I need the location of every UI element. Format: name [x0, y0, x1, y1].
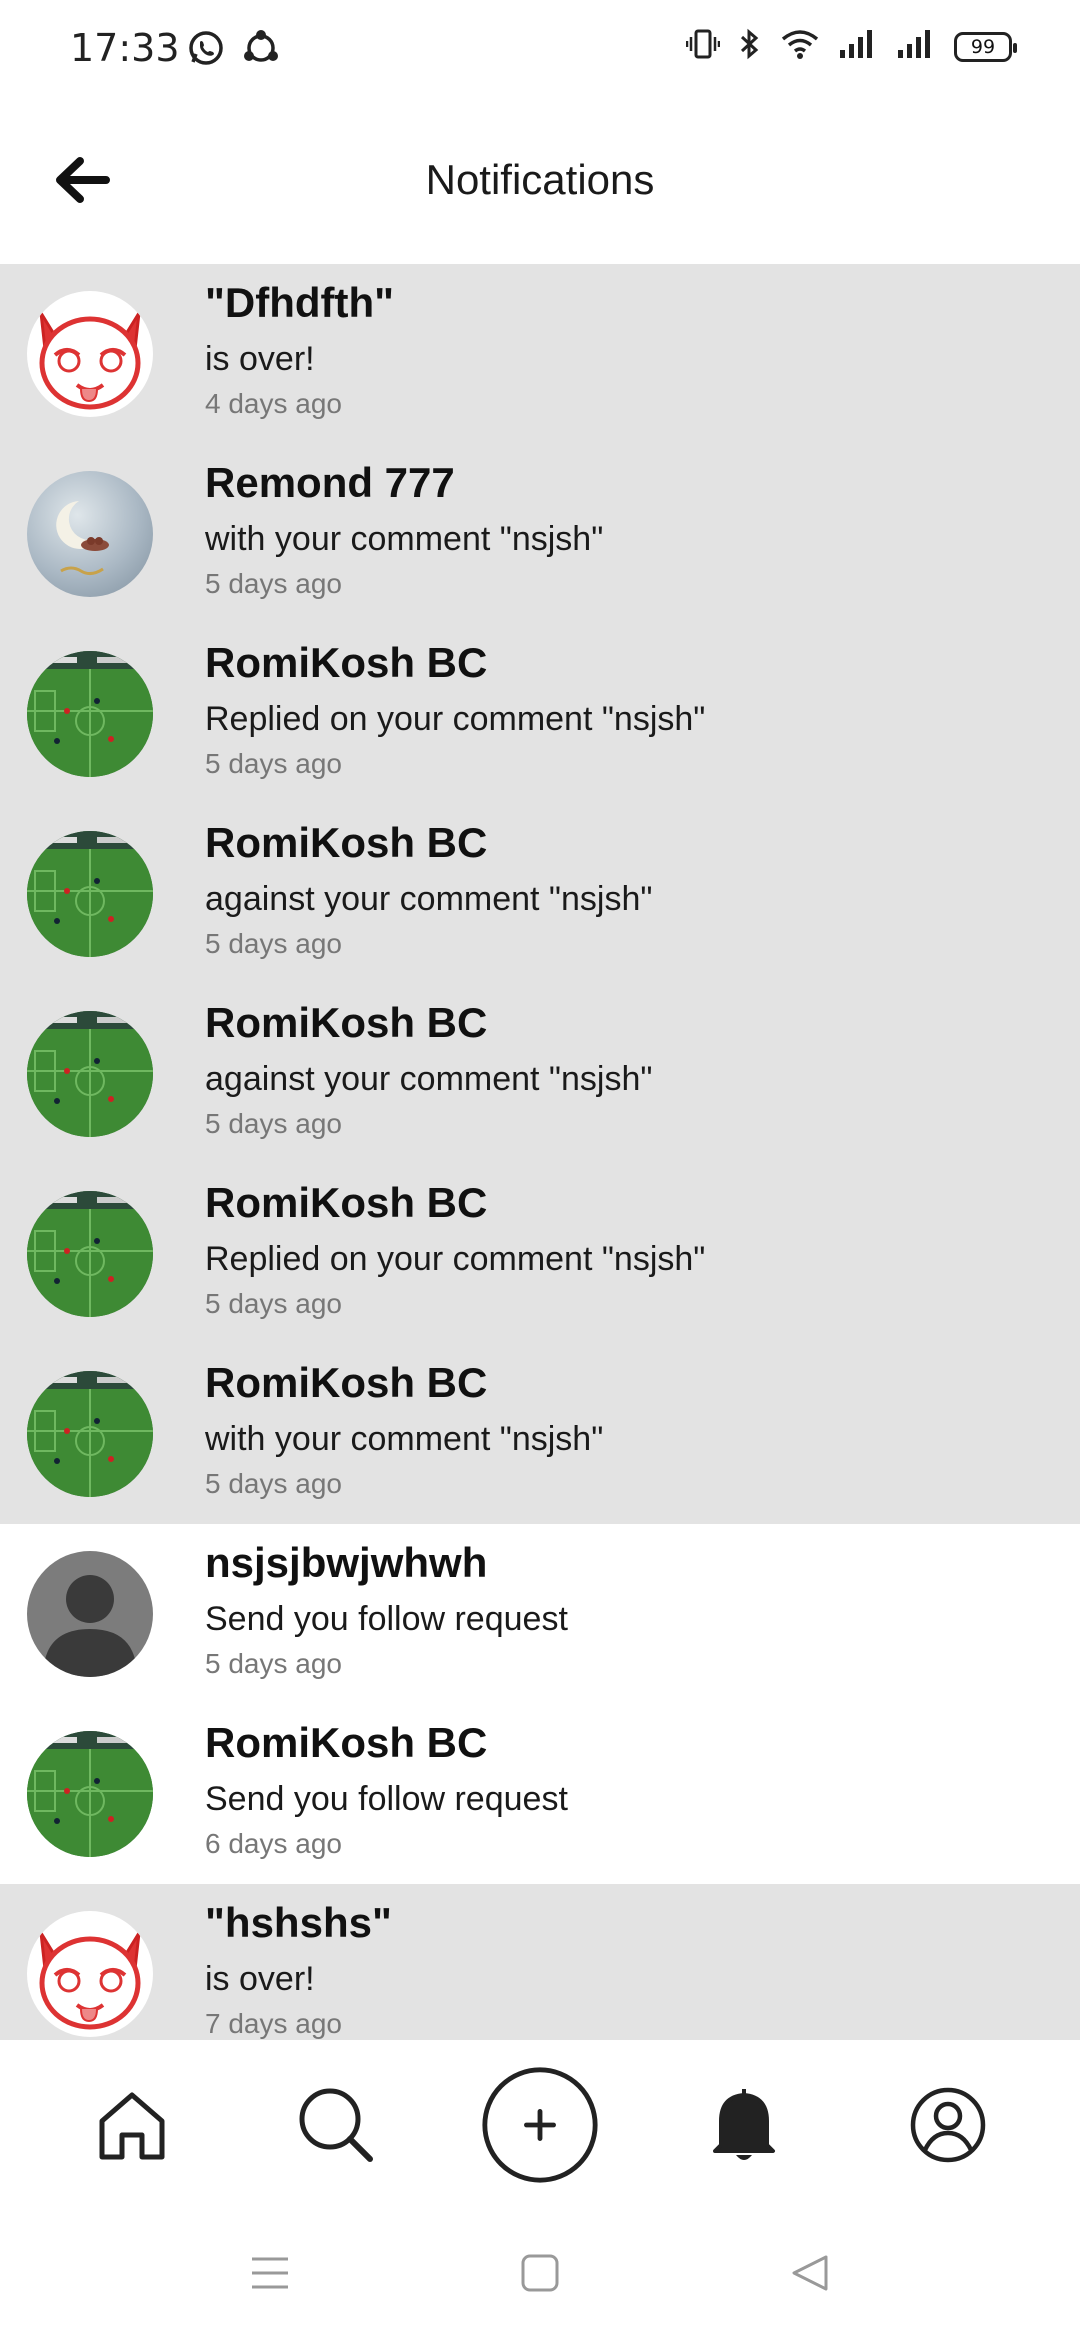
notification-time: 5 days ago — [205, 1108, 342, 1139]
status-time: 17:33 — [70, 26, 180, 70]
notification-item[interactable]: RomiKosh BC against your comment "nsjsh" 5… — [0, 984, 1080, 1164]
notification-item[interactable]: RomiKosh BC Send you follow request 6 days… — [0, 1704, 1080, 1884]
home-icon — [99, 2092, 165, 2160]
notification-text: RomiKosh BC Replied on your comment "nsjs… — [205, 1178, 1060, 1322]
wifi-icon — [780, 28, 820, 65]
notification-text: RomiKosh BC Send you follow request 6 days… — [205, 1718, 1060, 1862]
notification-message: Replied on your comment "nsjsh" — [205, 1240, 706, 1278]
bottom-nav — [0, 2040, 1080, 2210]
avatar[interactable] — [27, 1551, 153, 1677]
notification-username[interactable]: RomiKosh BC — [205, 1178, 1060, 1228]
nav-home-button[interactable] — [72, 2065, 192, 2185]
notification-username[interactable]: RomiKosh BC — [205, 1718, 1060, 1768]
signal-icon — [896, 28, 936, 65]
notification-time: 4 days ago — [205, 388, 342, 419]
avatar[interactable] — [27, 1911, 153, 2037]
avatar[interactable] — [27, 291, 153, 417]
notification-username[interactable]: RomiKosh BC — [205, 998, 1060, 1048]
avatar[interactable] — [27, 1371, 153, 1497]
notification-text: RomiKosh BC Replied on your comment "nsjs… — [205, 638, 1060, 782]
avatar[interactable] — [27, 1191, 153, 1317]
notification-message: with your comment "nsjsh" — [205, 520, 604, 558]
notification-time: 5 days ago — [205, 928, 342, 959]
notification-message: Send you follow request — [205, 1780, 568, 1818]
profile-icon — [910, 2087, 986, 2163]
notification-message: Send you follow request — [205, 1600, 568, 1638]
nav-search-button[interactable] — [276, 2065, 396, 2185]
notification-time: 5 days ago — [205, 1648, 342, 1679]
notification-username[interactable]: RomiKosh BC — [205, 638, 1060, 688]
bluetooth-icon — [738, 28, 762, 65]
signal-icon — [838, 28, 878, 65]
notification-time: 5 days ago — [205, 568, 342, 599]
whatsapp-icon — [186, 28, 226, 73]
notification-username[interactable]: RomiKosh BC — [205, 818, 1060, 868]
back-triangle-icon[interactable] — [790, 2253, 830, 2298]
nav-add-post-button[interactable] — [480, 2065, 600, 2185]
avatar[interactable] — [27, 471, 153, 597]
add-post-icon — [482, 2067, 598, 2183]
notification-item[interactable]: Remond 777 with your comment "nsjsh" 5 day… — [0, 444, 1080, 624]
notification-message: against your comment "nsjsh" — [205, 880, 653, 918]
bell-icon — [713, 2089, 775, 2160]
notification-message: is over! — [205, 340, 315, 378]
battery-level: 99 — [970, 35, 996, 58]
notification-time: 5 days ago — [205, 1468, 342, 1499]
notification-item[interactable]: "Dfhdfth" is over! 4 days ago — [0, 264, 1080, 444]
menu-icon[interactable] — [250, 2255, 290, 2296]
notification-time: 7 days ago — [205, 2008, 342, 2039]
status-bar: 17:33 99 — [0, 0, 1080, 96]
notification-username[interactable]: nsjsjbwjwhwh — [205, 1538, 1060, 1588]
avatar[interactable] — [27, 1011, 153, 1137]
search-icon — [299, 2088, 373, 2162]
avatar[interactable] — [27, 831, 153, 957]
avatar[interactable] — [27, 651, 153, 777]
battery-icon: 99 — [954, 31, 1017, 62]
notification-time: 5 days ago — [205, 1288, 342, 1319]
notification-username[interactable]: Remond 777 — [205, 458, 1060, 508]
avatar[interactable] — [27, 1731, 153, 1857]
notification-text: RomiKosh BC against your comment "nsjsh" 5… — [205, 998, 1060, 1142]
notification-text: RomiKosh BC with your comment "nsjsh" 5 da… — [205, 1358, 1060, 1502]
notification-message: with your comment "nsjsh" — [205, 1420, 604, 1458]
home-square-icon[interactable] — [520, 2253, 560, 2298]
notification-time: 5 days ago — [205, 748, 342, 779]
notification-text: RomiKosh BC against your comment "nsjsh" 5… — [205, 818, 1060, 962]
notification-username[interactable]: RomiKosh BC — [205, 1358, 1060, 1408]
notification-message: is over! — [205, 1960, 315, 1998]
notification-text: "Dfhdfth" is over! 4 days ago — [205, 278, 1060, 422]
notification-item[interactable]: RomiKosh BC with your comment "nsjsh" 5 da… — [0, 1344, 1080, 1524]
status-left-icons — [186, 28, 282, 73]
sync-icon — [240, 28, 282, 73]
status-right-icons: 99 — [685, 28, 1017, 65]
notification-item[interactable]: nsjsjbwjwhwh Send you follow request 5 day… — [0, 1524, 1080, 1704]
system-nav-bar — [0, 2210, 1080, 2340]
notification-text: Remond 777 with your comment "nsjsh" 5 day… — [205, 458, 1060, 602]
nav-profile-button[interactable] — [888, 2065, 1008, 2185]
notification-username[interactable]: "hshshs" — [205, 1898, 1060, 1948]
notification-item[interactable]: RomiKosh BC against your comment "nsjsh" 5… — [0, 804, 1080, 984]
notification-text: "hshshs" is over! 7 days ago — [205, 1898, 1060, 2040]
app-header: Notifications — [0, 96, 1080, 264]
notification-message: Replied on your comment "nsjsh" — [205, 700, 706, 738]
vibrate-icon — [685, 28, 721, 65]
nav-notifications-button[interactable] — [684, 2065, 804, 2185]
notification-username[interactable]: "Dfhdfth" — [205, 278, 1060, 328]
notification-item[interactable]: "hshshs" is over! 7 days ago — [0, 1884, 1080, 2040]
page-title: Notifications — [425, 156, 655, 203]
notification-item[interactable]: RomiKosh BC Replied on your comment "nsjs… — [0, 1164, 1080, 1344]
notification-item[interactable]: RomiKosh BC Replied on your comment "nsjs… — [0, 624, 1080, 804]
notification-text: nsjsjbwjwhwh Send you follow request 5 day… — [205, 1538, 1060, 1682]
notification-message: against your comment "nsjsh" — [205, 1060, 653, 1098]
notification-time: 6 days ago — [205, 1828, 342, 1859]
notification-list[interactable]: "Dfhdfth" is over! 4 days ago Remond 777 wit… — [0, 264, 1080, 2040]
